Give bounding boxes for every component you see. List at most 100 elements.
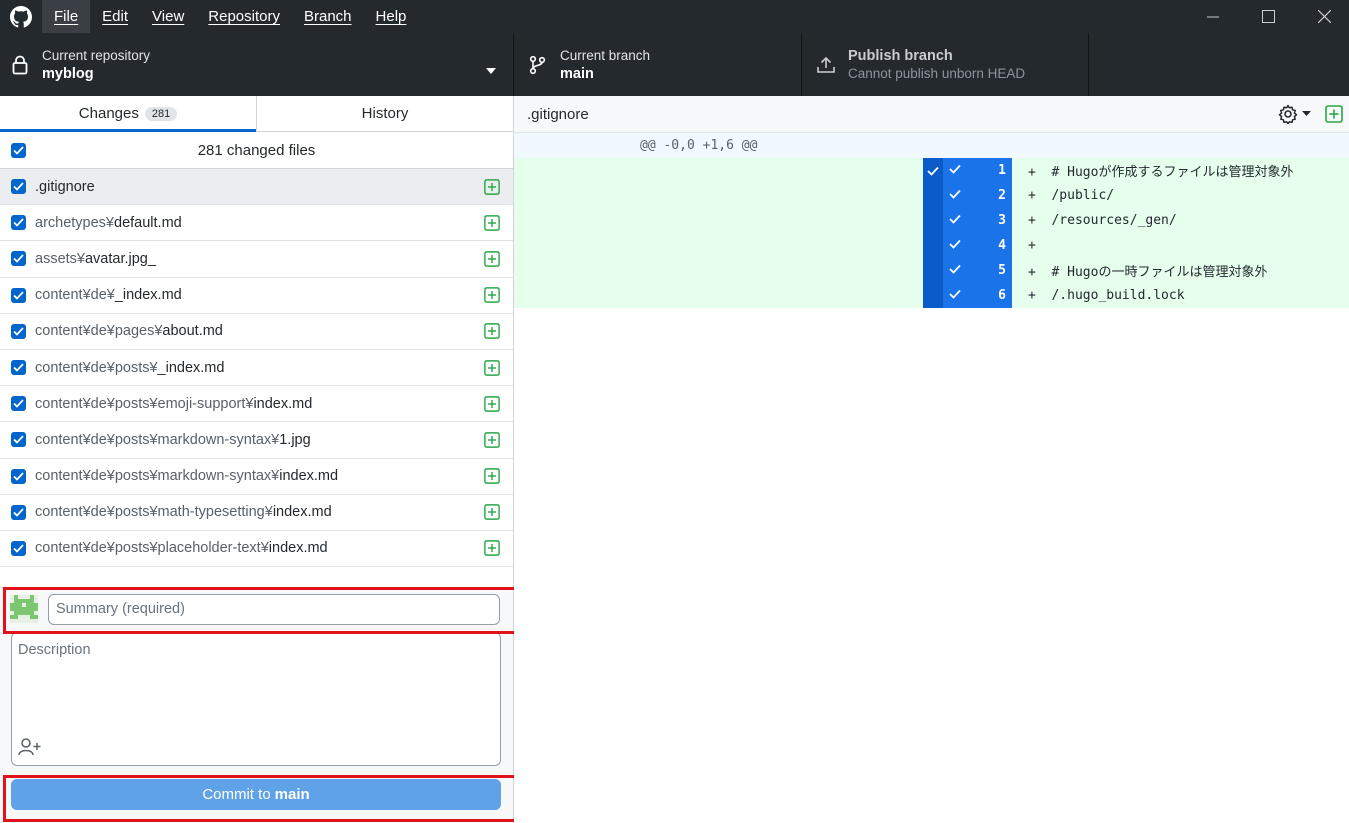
file-checkbox[interactable]: [11, 323, 26, 339]
description-input[interactable]: [12, 633, 500, 733]
select-all-checkbox[interactable]: [11, 142, 26, 158]
check-icon: [949, 164, 961, 174]
commit-button[interactable]: Commit to main: [11, 779, 501, 810]
check-icon: [949, 264, 961, 274]
file-list-item[interactable]: content¥de¥pages¥about.md: [0, 314, 513, 350]
file-checkbox[interactable]: [11, 179, 26, 195]
diff-code: + /.hugo_build.lock: [1028, 288, 1185, 303]
publish-title: Publish branch: [848, 47, 953, 64]
menu-repository[interactable]: Repository: [196, 0, 292, 33]
file-dir: assets¥: [35, 250, 85, 267]
hunk-select-toggle[interactable]: [923, 233, 943, 258]
file-checkbox[interactable]: [11, 396, 26, 412]
diff-line: 2 + /public/: [923, 183, 1349, 208]
menu-branch[interactable]: Branch: [292, 0, 364, 33]
file-name: avatar.jpg_: [84, 250, 156, 267]
file-name: 1.jpg: [279, 431, 311, 448]
add-coauthor-icon[interactable]: [18, 737, 42, 757]
file-list-item[interactable]: assets¥avatar.jpg_: [0, 241, 513, 278]
file-added-icon: [484, 287, 500, 303]
tab-changes-label: Changes: [78, 105, 139, 122]
file-list-item[interactable]: content¥de¥posts¥_index.md: [0, 350, 513, 387]
file-checkbox[interactable]: [11, 468, 26, 484]
menu-file[interactable]: File: [42, 0, 91, 33]
file-name: index.md: [279, 468, 339, 485]
file-added-icon: [484, 432, 500, 448]
file-dir: archetypes¥: [35, 214, 114, 231]
menu-view[interactable]: View: [140, 0, 196, 33]
minimize-icon[interactable]: [1185, 0, 1241, 33]
file-checkbox[interactable]: [11, 215, 26, 231]
hunk-select-toggle[interactable]: [923, 158, 943, 183]
line-include-toggle[interactable]: 1: [943, 158, 1012, 183]
line-number: 2: [998, 188, 1006, 203]
hunk-select-toggle[interactable]: [923, 208, 943, 233]
file-checkbox[interactable]: [11, 432, 26, 448]
menu-edit[interactable]: Edit: [90, 0, 140, 33]
file-checkbox[interactable]: [11, 540, 26, 556]
file-name: _index.md: [157, 359, 225, 376]
publish-branch-button[interactable]: Publish branch Cannot publish unborn HEA…: [802, 33, 1089, 96]
file-list-item[interactable]: content¥de¥posts¥placeholder-text¥index.…: [0, 531, 513, 568]
file-added-icon: [484, 468, 500, 484]
current-repository-button[interactable]: Current repository myblog: [0, 33, 514, 96]
current-branch-button[interactable]: Current branch main: [514, 33, 802, 96]
close-icon[interactable]: [1296, 0, 1349, 33]
file-list-item[interactable]: archetypes¥default.md: [0, 205, 513, 242]
file-checkbox[interactable]: [11, 287, 26, 303]
file-checkbox[interactable]: [11, 251, 26, 267]
file-list-item[interactable]: content¥de¥posts¥markdown-syntax¥index.m…: [0, 459, 513, 495]
hunk-select-toggle[interactable]: [923, 283, 943, 308]
file-list-item[interactable]: .gitignore: [0, 169, 513, 206]
tab-history-label: History: [361, 105, 409, 122]
line-include-toggle[interactable]: 4: [943, 233, 1012, 258]
file-dir: content¥de¥posts¥emoji-support¥: [35, 395, 254, 412]
tab-history[interactable]: History: [256, 96, 513, 131]
diff-pane: .gitignore @@ -0,0 +1,6 @@ 1 + # Hugoが作成す…: [514, 96, 1349, 823]
commit-button-branch: main: [274, 786, 310, 803]
file-name: index.md: [272, 504, 332, 521]
file-list-item[interactable]: content¥de¥_index.md: [0, 278, 513, 314]
file-name: index.md: [268, 540, 328, 557]
file-list-item[interactable]: content¥de¥posts¥markdown-syntax¥1.jpg: [0, 422, 513, 459]
diff-line: 4 +: [923, 233, 1349, 258]
diff-header: .gitignore: [514, 96, 1349, 133]
file-path: assets¥avatar.jpg_: [35, 251, 484, 267]
diff-code: + # Hugoが作成するファイルは管理対象外: [1028, 165, 1294, 180]
file-path: content¥de¥posts¥markdown-syntax¥1.jpg: [35, 432, 484, 448]
menu-help[interactable]: Help: [364, 0, 419, 33]
upload-icon: [812, 55, 840, 75]
file-path: .gitignore: [35, 179, 484, 195]
file-added-icon: [484, 214, 500, 231]
file-checkbox[interactable]: [11, 360, 26, 376]
file-checkbox[interactable]: [11, 504, 26, 520]
maximize-icon[interactable]: [1240, 0, 1296, 33]
file-dir: content¥de¥posts¥markdown-syntax¥: [35, 468, 280, 485]
toolbar: Current repository myblog Current branch…: [0, 33, 1349, 96]
chevron-down-icon: [486, 61, 496, 79]
summary-input[interactable]: [48, 593, 500, 625]
line-include-toggle[interactable]: 2: [943, 183, 1012, 208]
file-dir: content¥de¥posts¥math-typesetting¥: [35, 504, 273, 521]
file-path: content¥de¥posts¥_index.md: [35, 360, 484, 376]
line-include-toggle[interactable]: 3: [943, 208, 1012, 233]
avatar: [10, 595, 38, 623]
file-list-item[interactable]: content¥de¥posts¥math-typesetting¥index.…: [0, 495, 513, 531]
diff-code: + /resources/_gen/: [1028, 213, 1177, 228]
file-path: content¥de¥posts¥placeholder-text¥index.…: [35, 540, 484, 556]
branch-name: main: [560, 65, 594, 82]
file-name: default.md: [114, 214, 182, 231]
description-box: [11, 632, 501, 766]
file-added-icon: [484, 395, 500, 412]
line-include-toggle[interactable]: 6: [943, 283, 1012, 308]
line-include-toggle[interactable]: 5: [943, 258, 1012, 283]
hunk-select-toggle[interactable]: [923, 183, 943, 208]
diff-line: 5 + # Hugoの一時ファイルは管理対象外: [923, 258, 1349, 283]
commit-area: Commit to main: [0, 587, 513, 823]
file-dir: content¥de¥posts¥markdown-syntax¥: [35, 431, 280, 448]
file-list-item[interactable]: content¥de¥posts¥emoji-support¥index.md: [0, 386, 513, 423]
hunk-select-toggle[interactable]: [923, 258, 943, 283]
tab-changes[interactable]: Changes 281: [0, 96, 256, 132]
file-path: archetypes¥default.md: [35, 215, 484, 231]
diff-options-button[interactable]: [1278, 104, 1311, 124]
